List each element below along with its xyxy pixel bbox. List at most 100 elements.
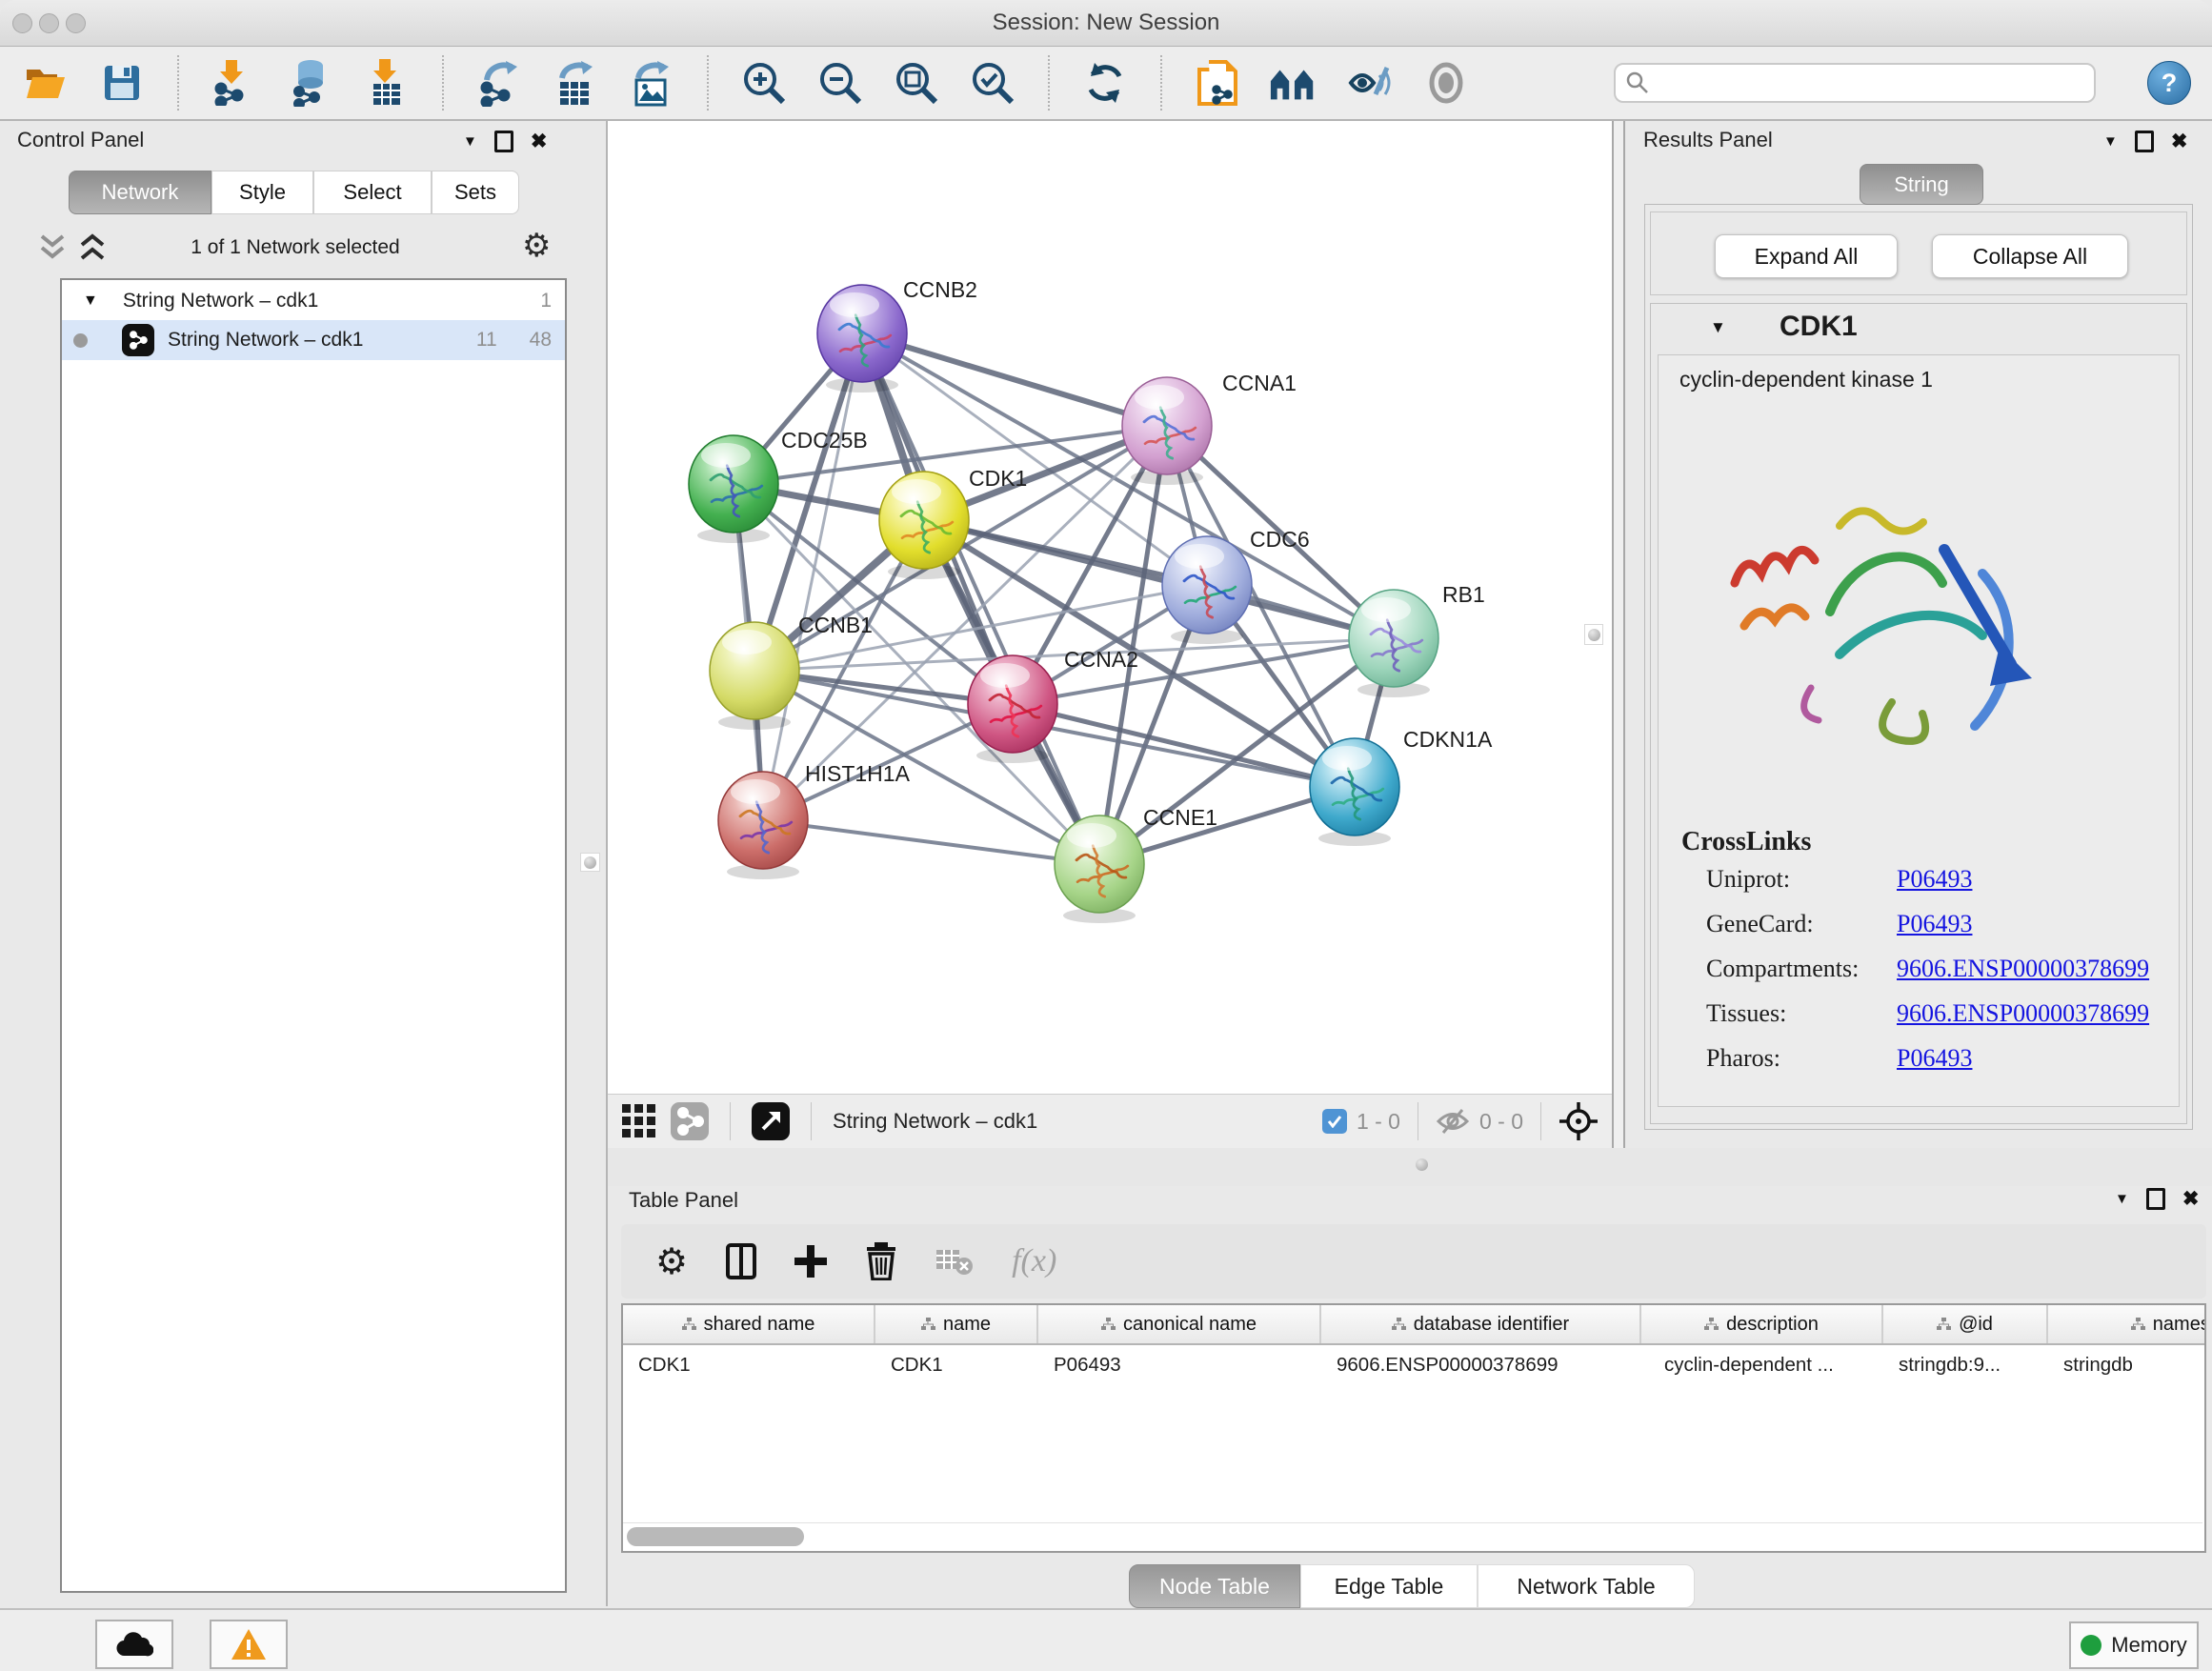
import-table-icon[interactable] <box>362 58 412 108</box>
table-horizontal-scrollbar[interactable] <box>623 1522 2202 1550</box>
node-CCNB1[interactable] <box>710 622 799 719</box>
node-CCNA2[interactable] <box>968 655 1057 753</box>
expand-all-button[interactable]: Expand All <box>1715 234 1898 278</box>
search-input[interactable] <box>1614 63 2096 103</box>
column-header[interactable]: shared name <box>623 1305 875 1343</box>
delete-table-icon[interactable] <box>935 1247 974 1276</box>
edge-CCNB2-CCNA1[interactable] <box>862 333 1167 426</box>
column-header[interactable]: description <box>1641 1305 1883 1343</box>
string-network-graph[interactable]: CCNB2CCNA1CDC25BCDK1CDC6RB1CCNB1CCNA2CDK… <box>608 121 1612 1094</box>
crosslink-value-link[interactable]: P06493 <box>1897 1044 1972 1073</box>
zoom-fit-icon[interactable] <box>892 58 941 108</box>
scrollbar-thumb[interactable] <box>627 1527 804 1546</box>
tab-sets[interactable]: Sets <box>432 171 519 214</box>
edge-CCNB2-HIST1H1A[interactable] <box>763 333 862 820</box>
network-collection-row[interactable]: ▼ String Network – cdk1 1 <box>62 280 565 320</box>
column-header[interactable]: namespace <box>2048 1305 2206 1343</box>
cell-database-identifier[interactable]: 9606.ENSP00000378699 <box>1321 1354 1641 1377</box>
crosslink-value-link[interactable]: 9606.ENSP00000378699 <box>1897 955 2149 983</box>
float-panel-icon[interactable]: ▼ <box>463 133 477 150</box>
cell-name[interactable]: CDK1 <box>875 1354 1038 1377</box>
memory-button[interactable]: Memory <box>2069 1621 2199 1669</box>
collapse-all-networks-icon[interactable] <box>76 232 109 263</box>
collection-expand-icon[interactable]: ▼ <box>83 292 98 310</box>
tab-string[interactable]: String <box>1860 164 1983 205</box>
maximize-panel-icon[interactable] <box>2146 1188 2165 1210</box>
function-builder-icon[interactable]: f(x) <box>1012 1243 1056 1279</box>
tab-edge-table[interactable]: Edge Table <box>1300 1564 1478 1608</box>
column-header[interactable]: canonical name <box>1038 1305 1321 1343</box>
table-row[interactable]: CDK1 CDK1 P06493 9606.ENSP00000378699 cy… <box>623 1345 2204 1385</box>
network-row[interactable]: String Network – cdk1 11 48 <box>62 320 565 360</box>
close-panel-icon[interactable]: ✖ <box>531 130 548 153</box>
selected-checkbox-icon[interactable] <box>1322 1109 1347 1134</box>
node-CDC6[interactable] <box>1162 536 1252 634</box>
left-splitter-handle[interactable] <box>580 853 600 872</box>
eye-icon[interactable] <box>1421 58 1471 108</box>
network-options-gear-icon[interactable]: ⚙ <box>522 227 551 265</box>
string-app-icon[interactable] <box>1269 58 1318 108</box>
import-network-database-icon[interactable] <box>286 58 335 108</box>
export-image-icon[interactable] <box>627 58 676 108</box>
tab-network[interactable]: Network <box>69 171 211 214</box>
edge-CDK1-RB1[interactable] <box>924 520 1394 638</box>
column-header[interactable]: name <box>875 1305 1038 1343</box>
delete-column-icon[interactable] <box>865 1242 897 1280</box>
vertical-splitter[interactable] <box>1612 121 1625 1148</box>
expand-all-networks-icon[interactable] <box>36 232 69 263</box>
hidden-eye-icon[interactable] <box>1436 1107 1470 1136</box>
cell-id[interactable]: stringdb:9... <box>1883 1354 2048 1377</box>
float-panel-icon[interactable]: ▼ <box>2103 133 2118 150</box>
cloud-status-button[interactable] <box>95 1620 173 1669</box>
float-panel-icon[interactable]: ▼ <box>2115 1191 2129 1207</box>
node-CCNB2[interactable] <box>817 285 907 382</box>
node-HIST1H1A[interactable] <box>718 772 808 869</box>
zoom-in-icon[interactable] <box>739 58 789 108</box>
horizontal-splitter-handle[interactable] <box>1416 1158 1428 1171</box>
right-splitter-handle[interactable] <box>1584 624 1603 645</box>
export-network-icon[interactable] <box>474 58 524 108</box>
node-CDC25B[interactable] <box>689 435 778 533</box>
import-network-file-icon[interactable] <box>210 58 259 108</box>
horizontal-splitter[interactable] <box>608 1148 2212 1186</box>
node-CDKN1A[interactable] <box>1310 738 1399 836</box>
save-session-icon[interactable] <box>97 58 147 108</box>
show-columns-icon[interactable] <box>726 1243 756 1279</box>
cell-description[interactable]: cyclin-dependent ... <box>1641 1354 1883 1377</box>
copy-network-icon[interactable] <box>1193 58 1242 108</box>
tab-network-table[interactable]: Network Table <box>1478 1564 1695 1608</box>
column-header[interactable]: @id <box>1883 1305 2048 1343</box>
crosslink-value-link[interactable]: P06493 <box>1897 910 1972 938</box>
eye-slash-icon[interactable] <box>1345 58 1395 108</box>
crosslink-value-link[interactable]: P06493 <box>1897 865 1972 894</box>
collapse-all-button[interactable]: Collapse All <box>1932 234 2128 278</box>
gene-section-collapse-icon[interactable]: ▼ <box>1710 318 1726 337</box>
node-RB1[interactable] <box>1349 590 1438 687</box>
close-panel-icon[interactable]: ✖ <box>2182 1187 2200 1211</box>
zoom-selected-icon[interactable] <box>968 58 1017 108</box>
node-CCNE1[interactable] <box>1055 815 1144 913</box>
node-CCNA1[interactable] <box>1122 377 1212 474</box>
network-share-view-icon[interactable] <box>671 1102 709 1140</box>
grid-view-icon[interactable] <box>621 1103 657 1139</box>
export-table-icon[interactable] <box>551 58 600 108</box>
node-CDK1[interactable] <box>879 472 969 569</box>
cell-shared-name[interactable]: CDK1 <box>623 1354 875 1377</box>
refresh-icon[interactable] <box>1080 58 1130 108</box>
tab-node-table[interactable]: Node Table <box>1129 1564 1300 1608</box>
tab-style[interactable]: Style <box>211 171 313 214</box>
table-settings-gear-icon[interactable]: ⚙ <box>655 1240 688 1283</box>
birdseye-view-icon[interactable] <box>752 1102 790 1140</box>
cell-canonical-name[interactable]: P06493 <box>1038 1354 1321 1377</box>
close-panel-icon[interactable]: ✖ <box>2171 130 2188 153</box>
warning-status-button[interactable] <box>210 1620 288 1669</box>
column-header[interactable]: database identifier <box>1321 1305 1641 1343</box>
open-session-icon[interactable] <box>21 58 70 108</box>
add-column-icon[interactable] <box>794 1245 827 1278</box>
tab-select[interactable]: Select <box>313 171 432 214</box>
maximize-panel-icon[interactable] <box>2135 131 2154 152</box>
crosshair-icon[interactable] <box>1558 1101 1599 1141</box>
maximize-panel-icon[interactable] <box>494 131 513 152</box>
zoom-out-icon[interactable] <box>815 58 865 108</box>
help-button[interactable]: ? <box>2147 61 2191 105</box>
